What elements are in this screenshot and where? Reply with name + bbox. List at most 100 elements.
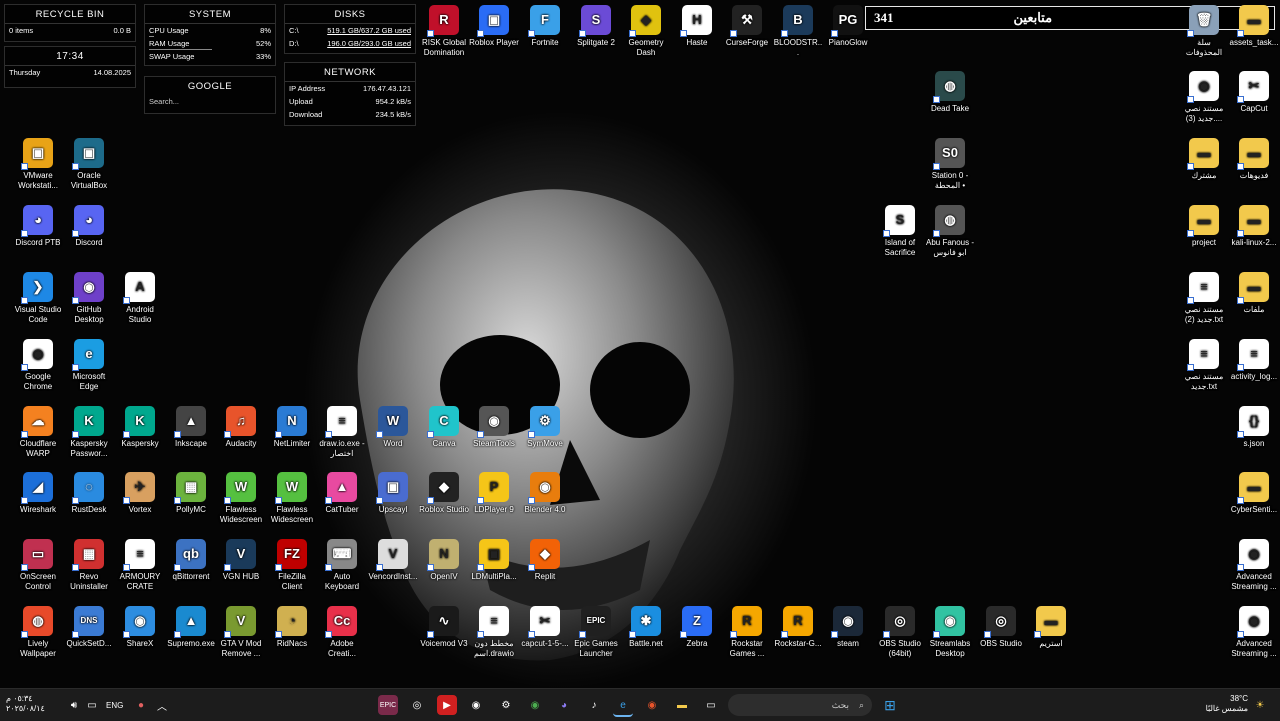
desktop-icon[interactable]: W Flawless Widescreen (267, 472, 317, 524)
desktop-icon[interactable]: ✂ CapCut (1229, 71, 1279, 114)
desktop-icon[interactable]: ▲ Inkscape (166, 406, 216, 449)
desktop-icon[interactable]: ▭ OnScreen Control (13, 539, 63, 591)
network-icon[interactable]: ▭ (82, 695, 102, 715)
desktop-icon[interactable]: ◔ RidNacs (267, 606, 317, 649)
desktop-icon[interactable]: ◉ Blender 4.0 (520, 472, 570, 515)
desktop-icon[interactable]: ⌨ Auto Keyboard (317, 539, 367, 591)
desktop-icon[interactable]: ▬ project (1179, 205, 1229, 248)
desktop-icon[interactable]: ▬ CyberSenti... (1229, 472, 1279, 515)
desktop-icon[interactable]: W Word (368, 406, 418, 449)
desktop-icon[interactable]: Cc Adobe Creati... (317, 606, 367, 658)
microphone-icon[interactable]: ● (131, 695, 151, 715)
desktop-icon[interactable]: ◍ Abu Fanous - ابو فانوس (925, 205, 975, 257)
desktop-icon[interactable]: H Haste (672, 5, 722, 48)
desktop-icon[interactable]: K Kaspersky (115, 406, 165, 449)
desktop-icon[interactable]: ◉ Streamlabs Desktop (925, 606, 975, 658)
desktop-icon[interactable]: ❯ Visual Studio Code (13, 272, 63, 324)
desktop-icon[interactable]: ▣ Roblox Player (469, 5, 519, 48)
desktop-icon[interactable]: ◉ ShareX (115, 606, 165, 649)
taskbar-search-box[interactable]: بحث ⌕ (728, 694, 872, 716)
desktop-icon[interactable]: ⚙ SymMove (520, 406, 570, 449)
desktop-icon[interactable]: ▣ Oracle VirtualBox (64, 138, 114, 190)
taskbar-edge-icon[interactable]: e (613, 695, 633, 717)
desktop-icon[interactable]: V VGN HUB (216, 539, 266, 582)
desktop-icon[interactable]: ♫ Audacity (216, 406, 266, 449)
desktop-icon[interactable]: ◎ OBS Studio (64bit) (875, 606, 925, 658)
desktop-icon[interactable]: ≡ ARMOURY CRATE (115, 539, 165, 591)
desktop-icon[interactable]: ✱ Battle.net (621, 606, 671, 649)
desktop-icon[interactable]: K Kaspersky Passwor... (64, 406, 114, 458)
desktop-icon[interactable]: ▬ kali-linux-2... (1229, 205, 1279, 248)
desktop-icon[interactable]: Z Zebra (672, 606, 722, 649)
desktop-icon[interactable]: ◉ GitHub Desktop (64, 272, 114, 324)
desktop-icon[interactable]: ≡ مستند نصي جديد (2).txt (1179, 272, 1229, 324)
desktop-icon[interactable]: ▬ مشترك (1179, 138, 1229, 181)
google-search-input[interactable]: Search... (149, 97, 179, 106)
volume-icon[interactable]: 🔊︎ (64, 695, 84, 715)
desktop-icon[interactable]: ▦ Revo Uninstaller (64, 539, 114, 591)
desktop-icon[interactable]: EPIC Epic Games Launcher (571, 606, 621, 658)
desktop-icon[interactable]: ≡ مخطط دون اسم.drawio (469, 606, 519, 658)
desktop-icon[interactable]: ◢ Wireshark (13, 472, 63, 515)
taskbar-window-icon[interactable]: ▭ (701, 695, 721, 715)
desktop-icon[interactable]: qb qBittorrent (166, 539, 216, 582)
desktop-icon[interactable]: ◕ Discord (64, 205, 114, 248)
weather-widget[interactable]: 38°C مشمس غالبًا (1206, 694, 1248, 714)
desktop-icon[interactable]: ◍ Lively Wallpaper (13, 606, 63, 658)
desktop-icon[interactable]: ◉ SteamTools (469, 406, 519, 449)
desktop-icon[interactable]: ◆ Roblox Studio (419, 472, 469, 515)
desktop-icon[interactable]: ◕ Discord PTB (13, 205, 63, 248)
desktop-icon[interactable]: ▬ ملفات (1229, 272, 1279, 315)
desktop-icon[interactable]: ▣ Upscayl (368, 472, 418, 515)
taskbar-epic-games-icon[interactable]: EPIC (378, 695, 398, 715)
desktop-icon[interactable]: P LDPlayer 9 (469, 472, 519, 515)
desktop-icon[interactable]: V GTA V Mod Remove ... (216, 606, 266, 658)
desktop-icon[interactable]: ▬ assets_task... (1229, 5, 1279, 48)
desktop-icon[interactable]: ◉ مستند نصي جديد (3).... (1179, 71, 1229, 123)
desktop-icon[interactable]: R RISK Global Domination (419, 5, 469, 57)
desktop-icon[interactable]: {} s.json (1229, 406, 1279, 449)
desktop-icon[interactable]: ▣ LDMultiPla... (469, 539, 519, 582)
windows-start-icon[interactable]: ⊞ (880, 695, 900, 715)
taskbar-steam-icon[interactable]: ◉ (466, 695, 486, 715)
taskbar-app-icon[interactable]: ◎ (407, 695, 427, 715)
desktop-icon[interactable]: C Canva (419, 406, 469, 449)
desktop-icon[interactable]: R Rockstar-G... (773, 606, 823, 649)
desktop-icon[interactable]: ◉ Advanced Streaming ... (1229, 606, 1279, 658)
desktop-icon[interactable]: ≡ draw.io.exe - اختصار (317, 406, 367, 458)
desktop-icon[interactable]: ◎ OBS Studio (976, 606, 1026, 649)
desktop-icon[interactable]: ▲ Supremo.exe (166, 606, 216, 649)
desktop-icon[interactable]: ▬ فديوهات (1229, 138, 1279, 181)
desktop-icon[interactable]: ☁ Cloudflare WARP (13, 406, 63, 458)
desktop-icon[interactable]: DNS QuickSetD... (64, 606, 114, 649)
desktop-icon[interactable]: ◉ steam (823, 606, 873, 649)
desktop-icon[interactable]: ≡ مستند نصي جديد.txt (1179, 339, 1229, 391)
taskbar-clock[interactable]: ٠٥:٣٤ م ٢٠٢٥/٠٨/١٤ (6, 694, 45, 714)
desktop-icon[interactable]: ◉ Advanced Streaming ... (1229, 539, 1279, 591)
desktop-icon[interactable]: N NetLimiter (267, 406, 317, 449)
taskbar-settings-icon[interactable]: ⚙ (496, 695, 516, 715)
desktop-icon[interactable]: ≡ activity_log... (1229, 339, 1279, 382)
desktop-icon[interactable]: ◉ Google Chrome (13, 339, 63, 391)
desktop-icon[interactable]: N OpenIV (419, 539, 469, 582)
taskbar-chrome-icon[interactable]: ◉ (525, 695, 545, 715)
taskbar-youtube-icon[interactable]: ▶ (437, 695, 457, 715)
desktop-icon[interactable]: FZ FileZilla Client (267, 539, 317, 591)
desktop-icon[interactable]: V VencordInst... (368, 539, 418, 582)
language-indicator[interactable]: ENG (106, 701, 123, 710)
taskbar-app2-icon[interactable]: ◉ (642, 695, 662, 715)
desktop-icon[interactable]: ◍ Dead Take (925, 71, 975, 114)
desktop-icon[interactable]: ∿ Voicemod V3 (419, 606, 469, 649)
desktop-icon[interactable]: PG PianoGlow (823, 5, 873, 48)
desktop-icon[interactable]: ◆ Geometry Dash (621, 5, 671, 57)
desktop-icon[interactable]: e Microsoft Edge (64, 339, 114, 391)
desktop-icon[interactable]: R Rockstar Games ... (722, 606, 772, 658)
desktop-icon[interactable]: ▣ VMware Workstati... (13, 138, 63, 190)
desktop-icon[interactable]: ✈ Vortex (115, 472, 165, 515)
desktop-icon[interactable]: F Fortnite (520, 5, 570, 48)
desktop-icon[interactable]: S Island of Sacrifice (875, 205, 925, 257)
desktop-icon[interactable]: ◆ Replit (520, 539, 570, 582)
desktop-icon[interactable]: S0 Station 0 - المحطة • (925, 138, 975, 190)
desktop-icon[interactable]: ⚒ CurseForge (722, 5, 772, 48)
desktop-icon[interactable]: B BLOODSTR... (773, 5, 823, 57)
